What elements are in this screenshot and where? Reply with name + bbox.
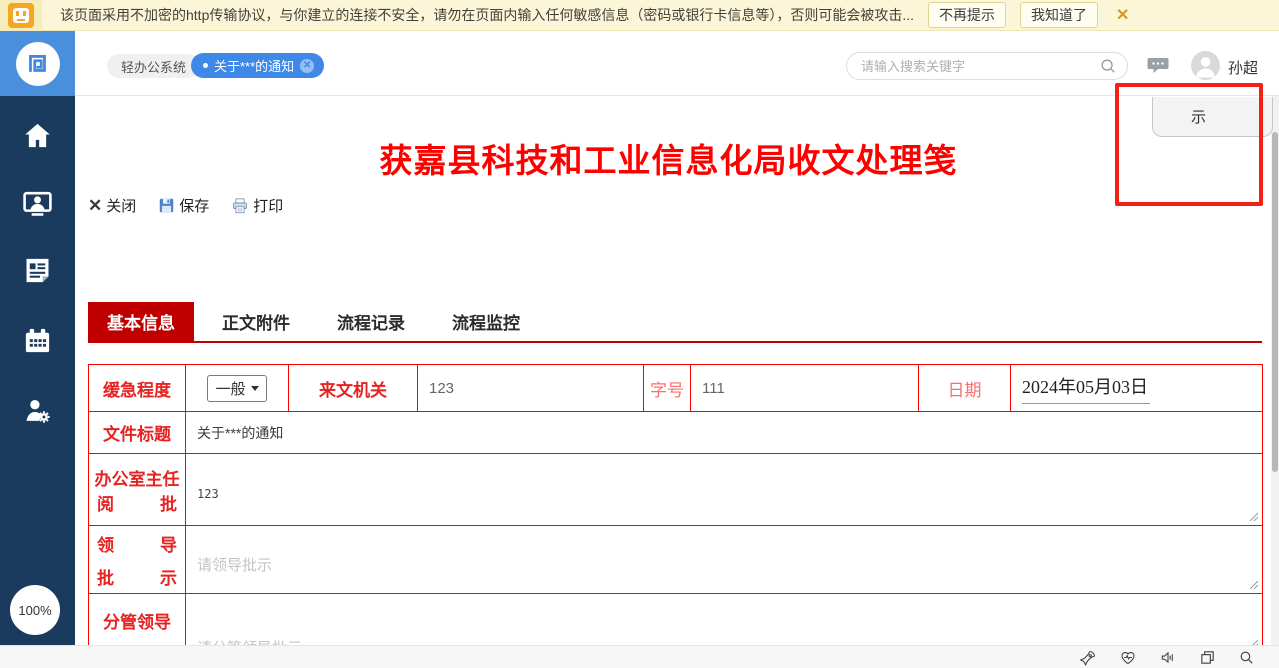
deputy-remark-placeholder: 请分管领导批示 (186, 619, 1262, 645)
close-label: 关闭 (106, 198, 137, 215)
user-avatar[interactable] (1191, 51, 1220, 80)
table-row: 办公室主任 阅 批 123 (88, 453, 1263, 526)
close-button[interactable]: ✕ 关闭 (88, 195, 136, 216)
tab-light-office-system[interactable]: 轻办公系统 (107, 54, 201, 78)
leader-remark-label: 领 导 批 示 (88, 525, 186, 594)
date-cell: 2024年05月03日 (1010, 364, 1263, 412)
tab-underline (88, 341, 1262, 343)
windows-icon[interactable] (1199, 649, 1216, 666)
user-name[interactable]: 孙超 (1228, 57, 1258, 78)
speaker-icon[interactable] (1159, 649, 1177, 666)
doc-number-input[interactable]: 111 (690, 364, 919, 412)
date-label: 日期 (918, 364, 1011, 412)
user-settings-icon[interactable] (22, 395, 53, 426)
doc-number-label: 字号 (643, 364, 691, 412)
office-director-label-line2: 阅 批 (97, 494, 177, 514)
app-window: 该页面采用不加密的http传输协议，与你建立的连接不安全，请勿在页面内输入任何敏… (0, 0, 1279, 668)
search-icon[interactable] (1099, 57, 1117, 75)
resize-grip-icon[interactable] (1248, 511, 1258, 521)
close-icon: ✕ (88, 195, 103, 215)
zoom-level-badge[interactable]: 100% (10, 585, 60, 635)
table-row: 缓急程度 一般 来文机关 123 字号 111 日期 2024年05月03日 (88, 364, 1263, 412)
deputy-label-line1: 分管领导 (103, 613, 171, 632)
tab-basic-info[interactable]: 基本信息 (88, 302, 194, 341)
page-title: 获嘉县科技和工业信息化局收文处理笺 (379, 144, 958, 180)
warning-text: 该页面采用不加密的http传输协议，与你建立的连接不安全，请勿在页面内输入任何敏… (60, 7, 915, 23)
deputy-leader-remark-label: 分管领导 批 示 (88, 593, 186, 645)
table-row: 领 导 批 示 请领导批示 (88, 525, 1263, 594)
tab-notice-document[interactable]: 关于***的通知 ✕ (191, 53, 325, 78)
warning-close-icon[interactable]: ✕ (1116, 5, 1129, 25)
news-icon[interactable] (22, 255, 53, 286)
acknowledge-button[interactable]: 我知道了 (1020, 2, 1099, 28)
tab-close-icon[interactable]: ✕ (300, 58, 315, 73)
document-content: 获嘉县科技和工业信息化局收文处理笺 ✕ 关闭 保存 打印 基本信息 正文附件 流… (75, 96, 1272, 645)
resize-grip-icon[interactable] (1248, 579, 1258, 589)
deputy-leader-remark-textarea[interactable]: 请分管领导批示 (185, 593, 1263, 645)
date-input[interactable]: 2024年05月03日 (1022, 373, 1150, 404)
source-agency-input[interactable]: 123 (417, 364, 644, 412)
tab-body-attachments[interactable]: 正文附件 (203, 302, 309, 341)
form-tabs: 基本信息 正文附件 流程记录 流程监控 (88, 302, 548, 341)
source-agency-label: 来文机关 (288, 364, 418, 412)
print-label: 打印 (253, 198, 284, 215)
search-input[interactable] (861, 58, 1099, 74)
scrollbar-thumb[interactable] (1272, 132, 1278, 472)
vertical-scrollbar[interactable] (1271, 96, 1279, 645)
table-row: 分管领导 批 示 请分管领导批示 (88, 593, 1263, 645)
save-icon (160, 198, 174, 213)
urgency-label: 缓急程度 (88, 364, 186, 412)
warning-icon-wrap (0, 0, 42, 31)
file-title-label: 文件标题 (88, 411, 186, 454)
office-director-label: 办公室主任 阅 批 (88, 453, 186, 526)
document-toolbar: ✕ 关闭 保存 打印 (88, 195, 283, 216)
save-label: 保存 (179, 198, 210, 215)
leader-label-line2: 批 示 (97, 568, 177, 588)
app-logo-icon (15, 41, 60, 86)
print-button[interactable]: 打印 (231, 195, 283, 216)
heartbeat-icon[interactable] (1119, 649, 1137, 666)
print-icon (233, 198, 248, 213)
active-dot (203, 63, 208, 68)
office-director-textarea[interactable]: 123 (185, 453, 1263, 526)
tab-notice-label: 关于***的通知 (214, 59, 295, 74)
leader-remark-placeholder: 请领导批示 (197, 557, 273, 574)
insecure-warning-bar: 该页面采用不加密的http传输协议，与你建立的连接不安全，请勿在页面内输入任何敏… (0, 0, 1279, 31)
magnifier-icon[interactable] (1238, 649, 1255, 666)
chevron-down-icon (250, 385, 259, 391)
top-header: 轻办公系统 关于***的通知 ✕ 孙超 (75, 31, 1279, 96)
dismiss-forever-button[interactable]: 不再提示 (928, 2, 1007, 28)
table-row: 文件标题 关于***的通知 (88, 411, 1263, 454)
tab-process-record[interactable]: 流程记录 (318, 302, 424, 341)
urgency-cell: 一般 (185, 364, 289, 412)
urgency-select[interactable]: 一般 (207, 374, 267, 402)
leader-label-line1: 领 导 (97, 535, 177, 555)
status-footer (0, 645, 1279, 668)
tab-process-monitor[interactable]: 流程监控 (433, 302, 539, 341)
search-box (846, 52, 1128, 80)
left-sidebar: 100% (0, 96, 75, 645)
resize-grip-icon[interactable] (1248, 638, 1258, 645)
home-icon[interactable] (22, 120, 53, 151)
monitor-user-icon[interactable] (22, 188, 53, 219)
leader-remark-textarea[interactable]: 请领导批示 (185, 525, 1263, 594)
office-director-label-line1: 办公室主任 (94, 469, 180, 489)
save-button[interactable]: 保存 (158, 195, 209, 216)
rocket-icon[interactable] (1080, 649, 1097, 666)
urgency-selected-value: 一般 (215, 380, 246, 398)
dropdown-menu-fragment[interactable]: 示 (1152, 97, 1273, 137)
calendar-icon[interactable] (22, 325, 53, 356)
office-director-value: 123 (197, 486, 219, 501)
file-title-input[interactable]: 关于***的通知 (185, 411, 1263, 454)
messages-icon[interactable] (1147, 57, 1169, 80)
app-logo[interactable] (0, 31, 75, 96)
insecure-page-icon (8, 2, 34, 28)
document-form-table: 缓急程度 一般 来文机关 123 字号 111 日期 2024年05月03日 文… (88, 364, 1263, 645)
